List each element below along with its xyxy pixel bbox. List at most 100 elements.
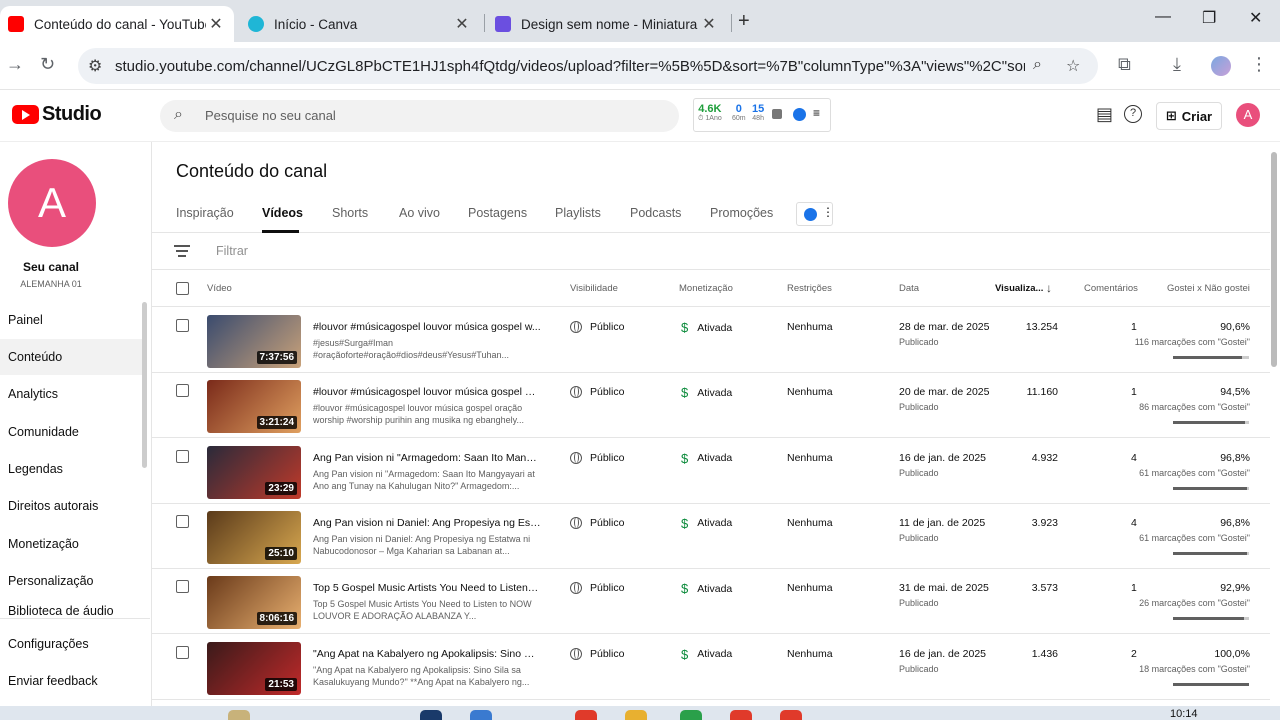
select-all-checkbox[interactable]: [176, 282, 189, 295]
close-window-icon[interactable]: ✕: [1249, 8, 1262, 28]
sidebar-item-configuracoes[interactable]: Configurações: [0, 626, 146, 662]
table-row[interactable]: 25:10 Ang Pan vision ni Daniel: Ang Prope…: [152, 504, 1270, 569]
taskbar-app-icon[interactable]: [680, 710, 702, 720]
table-row[interactable]: 21:53 "Ang Apat na Kabalyero ng Apokalips…: [152, 635, 1270, 700]
video-thumbnail[interactable]: 25:10: [207, 510, 301, 564]
taskbar-app-icon[interactable]: [780, 710, 802, 720]
col-views[interactable]: Visualiza...: [995, 283, 1043, 294]
sidebar-item-biblioteca-audio[interactable]: Biblioteca de áudio: [0, 604, 146, 618]
profile-icon[interactable]: [1211, 56, 1231, 76]
studio-logo[interactable]: Studio: [12, 103, 102, 126]
row-checkbox[interactable]: [176, 319, 189, 332]
sidebar-item-analytics[interactable]: Analytics: [0, 376, 146, 412]
visibility-cell[interactable]: Público: [570, 386, 624, 399]
tab-inspiracao[interactable]: Inspiração: [176, 206, 234, 220]
monetization-cell[interactable]: $ Ativada: [681, 385, 732, 400]
menu-dots-icon[interactable]: ⋮: [1250, 54, 1268, 75]
account-avatar[interactable]: A: [1236, 103, 1260, 127]
chart-icon[interactable]: [772, 109, 782, 119]
taskbar-app-icon[interactable]: [575, 710, 597, 720]
hamburger-icon[interactable]: ≡: [813, 106, 820, 120]
video-thumbnail[interactable]: 8:06:16: [207, 576, 301, 630]
taskbar-app-icon[interactable]: [228, 710, 250, 720]
video-title[interactable]: #louvor #músicagospel louvor música gosp…: [313, 386, 541, 398]
table-row[interactable]: 3:21:24 #louvor #músicagospel louvor músi…: [152, 373, 1270, 439]
address-bar[interactable]: ⚙ studio.youtube.com/channel/UCzGL8PbCTE…: [78, 48, 1098, 84]
minimize-icon[interactable]: —: [1155, 8, 1171, 26]
close-tab-icon[interactable]: ✕: [452, 14, 472, 34]
monetization-cell[interactable]: $ Ativada: [681, 516, 732, 531]
channel-avatar[interactable]: A: [8, 159, 96, 247]
filter-icon[interactable]: [174, 245, 190, 260]
col-date[interactable]: Data: [899, 283, 919, 294]
table-row[interactable]: 23:29 Ang Pan vision ni "Armagedom: Saan …: [152, 439, 1270, 504]
vidiq-tab-button[interactable]: ⋮: [796, 202, 834, 226]
vidiq-icon[interactable]: [793, 108, 806, 121]
row-checkbox[interactable]: [176, 580, 189, 594]
row-checkbox[interactable]: [176, 645, 189, 659]
video-thumbnail[interactable]: 21:53: [207, 641, 301, 695]
tab-playlists[interactable]: Playlists: [555, 206, 601, 220]
site-info-icon[interactable]: ⚙: [88, 56, 102, 76]
filter-bar[interactable]: Filtrar: [152, 233, 1270, 270]
table-row[interactable]: 7:37:56 #louvor #músicagospel louvor músi…: [152, 308, 1270, 373]
monetization-cell[interactable]: $ Ativada: [681, 647, 732, 662]
url-text[interactable]: studio.youtube.com/channel/UCzGL8PbCTE1H…: [115, 58, 1025, 75]
sidebar-item-direitos-autorais[interactable]: Direitos autorais: [0, 488, 146, 524]
video-thumbnail[interactable]: 3:21:24: [207, 380, 301, 434]
extension-stats-widget[interactable]: 4.6K ⏱ 1Ano 0 60m 15 48h ≡: [693, 98, 831, 132]
main-scrollbar[interactable]: [1271, 152, 1277, 367]
tab-videos[interactable]: Vídeos: [262, 206, 303, 220]
restore-icon[interactable]: ❐: [1202, 8, 1216, 28]
sidebar-item-personalizacao[interactable]: Personalização: [0, 563, 146, 599]
row-checkbox[interactable]: [176, 384, 189, 398]
tab-shorts[interactable]: Shorts: [332, 206, 368, 220]
col-restrictions[interactable]: Restrições: [787, 283, 832, 294]
monetization-cell[interactable]: $ Ativada: [681, 581, 732, 596]
visibility-cell[interactable]: Público: [570, 582, 624, 595]
new-tab-button[interactable]: +: [738, 10, 750, 33]
browser-tab-studio[interactable]: Conteúdo do canal - YouTube S ✕: [0, 6, 234, 42]
visibility-cell[interactable]: Público: [570, 516, 624, 529]
taskbar-app-icon[interactable]: [625, 710, 647, 720]
visibility-cell[interactable]: Público: [570, 321, 624, 333]
monetization-cell[interactable]: $ Ativada: [681, 320, 732, 335]
taskbar-app-icon[interactable]: [730, 710, 752, 720]
zoom-icon[interactable]: ⌕: [1033, 56, 1042, 74]
download-icon[interactable]: ⤓: [1173, 54, 1181, 75]
sidebar-item-legendas[interactable]: Legendas: [0, 451, 146, 487]
extensions-icon[interactable]: ⧉: [1118, 54, 1131, 75]
video-thumbnail[interactable]: 7:37:56: [207, 315, 301, 368]
sidebar-scrollbar[interactable]: [142, 302, 147, 468]
create-button[interactable]: ⊞ Criar: [1156, 102, 1222, 130]
feedback-icon[interactable]: ▤: [1096, 104, 1113, 125]
sidebar-item-conteudo[interactable]: Conteúdo: [0, 339, 146, 375]
video-title[interactable]: Ang Pan vision ni Daniel: Ang Propesiya …: [313, 517, 541, 529]
close-tab-icon[interactable]: ✕: [206, 14, 226, 34]
col-monetization[interactable]: Monetização: [679, 283, 733, 294]
channel-search-input[interactable]: ⌕ Pesquise no seu canal: [160, 100, 679, 132]
video-title[interactable]: "Ang Apat na Kabalyero ng Apokalipsis: S…: [313, 648, 541, 660]
col-visibility[interactable]: Visibilidade: [570, 283, 618, 294]
sidebar-item-painel[interactable]: Painel: [0, 302, 146, 338]
sidebar-item-enviar-feedback[interactable]: Enviar feedback: [0, 663, 146, 699]
row-checkbox[interactable]: [176, 514, 189, 528]
taskbar-app-icon[interactable]: [470, 710, 492, 720]
video-title[interactable]: Top 5 Gospel Music Artists You Need to L…: [313, 582, 541, 594]
tab-ao-vivo[interactable]: Ao vivo: [399, 206, 440, 220]
tab-postagens[interactable]: Postagens: [468, 206, 527, 220]
table-row[interactable]: 8:06:16 Top 5 Gospel Music Artists You Ne…: [152, 569, 1270, 635]
tab-podcasts[interactable]: Podcasts: [630, 206, 681, 220]
sort-arrow-icon[interactable]: ↓: [1046, 281, 1052, 295]
sidebar-item-comunidade[interactable]: Comunidade: [0, 414, 146, 450]
col-comments[interactable]: Comentários: [1084, 283, 1138, 294]
browser-tab-design[interactable]: Design sem nome - Miniatura d ✕: [487, 6, 727, 42]
visibility-cell[interactable]: Público: [570, 451, 624, 464]
col-likes[interactable]: Gostei x Não gostei: [1167, 283, 1250, 294]
visibility-cell[interactable]: Público: [570, 647, 624, 660]
help-icon[interactable]: ?: [1124, 105, 1142, 123]
monetization-cell[interactable]: $ Ativada: [681, 451, 732, 466]
bookmark-star-icon[interactable]: ☆: [1066, 56, 1080, 76]
sidebar-item-monetizacao[interactable]: Monetização: [0, 526, 146, 562]
taskbar-app-icon[interactable]: [420, 710, 442, 720]
